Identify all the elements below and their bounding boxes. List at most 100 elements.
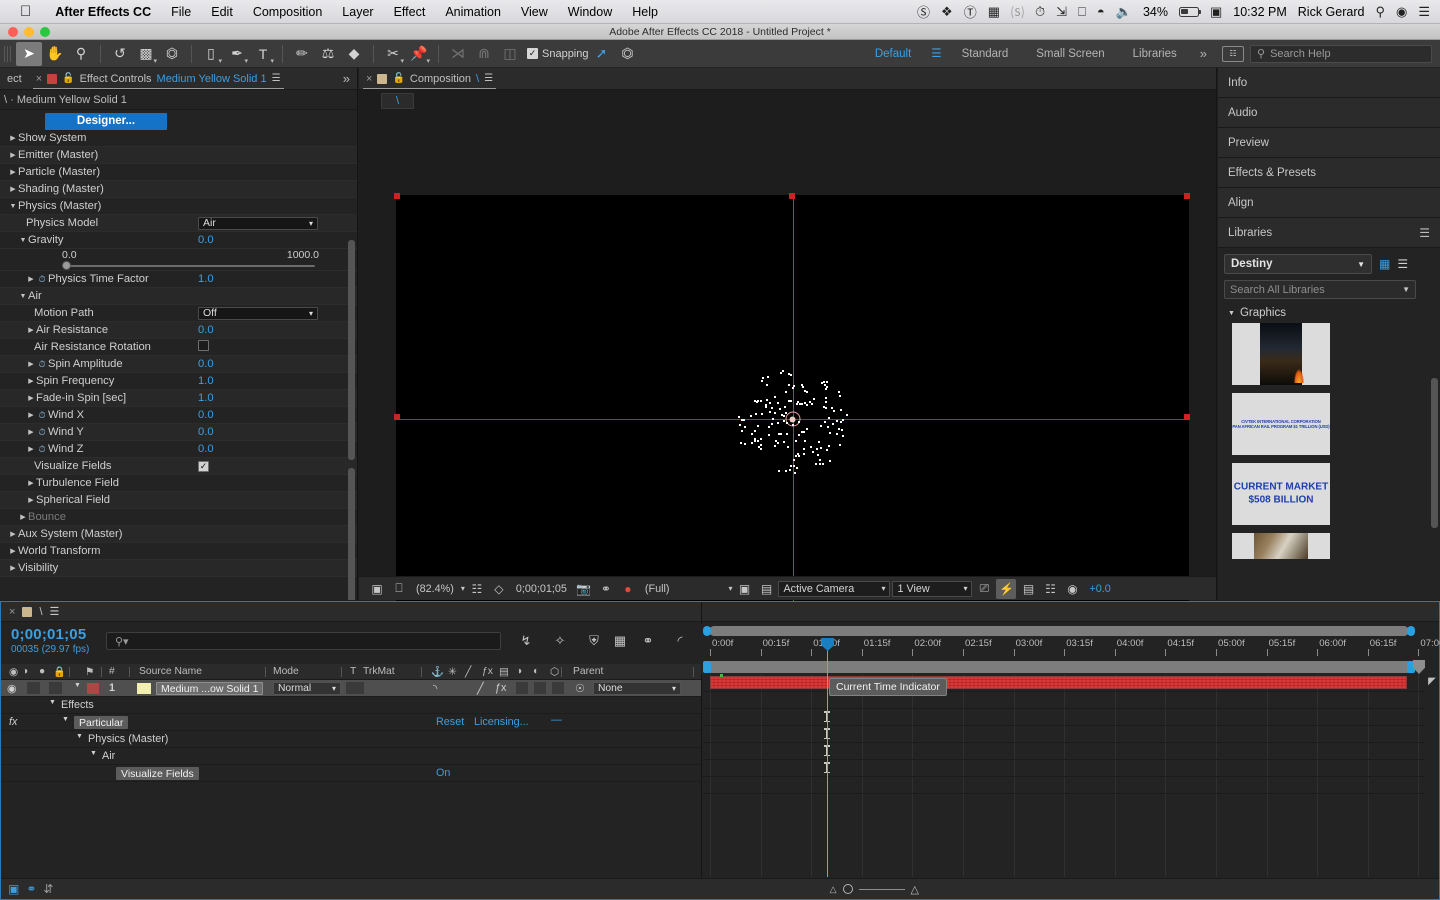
volume-icon[interactable]: 🔈 <box>1116 4 1132 20</box>
panel-menu-icon[interactable]: ☰ <box>272 73 281 84</box>
effect-row-bounce[interactable]: ▶ Bounce <box>0 509 357 526</box>
effect-row-physics-time-factor[interactable]: ▶ ⏱ Physics Time Factor 1.0 <box>0 271 357 288</box>
time-machine-icon[interactable]: ⏱ <box>1035 4 1045 20</box>
work-area-bar[interactable] <box>701 660 1425 674</box>
layer-name[interactable]: Medium ...ow Solid 1 <box>156 682 264 695</box>
close-tab-icon[interactable]: × <box>36 73 42 85</box>
user-name[interactable]: Rick Gerard <box>1298 5 1365 19</box>
effect-row-air[interactable]: ▼ Air <box>0 288 357 305</box>
parameter-value[interactable]: 0.0 <box>198 426 214 438</box>
graph-editor-set-icon[interactable]: ⇵ <box>43 882 53 896</box>
collapse-transform-icon[interactable]: ✳ <box>448 666 457 678</box>
take-snapshot-icon[interactable]: 📷 <box>574 579 594 599</box>
draft-3d-icon[interactable]: ✧ <box>547 632 573 650</box>
label-icon[interactable]: ⚑ <box>85 666 94 678</box>
stopwatch-icon[interactable]: ⏱ <box>36 274 48 285</box>
snapping-checkbox[interactable]: ✓ <box>527 48 538 59</box>
disclosure-triangle-icon[interactable]: ▶ <box>26 326 36 334</box>
toolbar-grip[interactable] <box>4 45 13 62</box>
disclosure-triangle-icon[interactable]: ▶ <box>18 513 28 521</box>
snap-handle-icon[interactable]: ⏣ <box>615 42 641 66</box>
comp-flowchart-icon[interactable]: ☷ <box>1040 579 1060 599</box>
layer-handle-ml[interactable] <box>394 414 400 420</box>
effect-about-dash[interactable]: — <box>551 714 562 726</box>
effect-row-wind-x[interactable]: ▶ ⏱ Wind X 0.0 <box>0 407 357 424</box>
effect-row-gravity[interactable]: ▼ Gravity 0.0 <box>0 232 357 249</box>
property-name[interactable]: Air <box>102 750 115 762</box>
parameter-value[interactable]: 0.0 <box>198 409 214 421</box>
show-channel-icon[interactable]: ● <box>618 579 638 599</box>
disclosure-triangle-icon[interactable]: ▼ <box>74 682 81 689</box>
switch-cell-2[interactable] <box>534 682 546 694</box>
index-col[interactable]: # <box>109 666 115 677</box>
parent-col[interactable]: Parent <box>573 666 603 677</box>
disclosure-triangle-icon[interactable]: ▼ <box>76 733 83 740</box>
shy-switch[interactable]: ◝ <box>433 682 437 695</box>
parameter-checkbox[interactable] <box>198 340 209 351</box>
workspace-small-screen[interactable]: Small Screen <box>1022 40 1118 68</box>
tab-effect-controls[interactable]: × 🔓 Effect Controls Medium Yellow Solid … <box>29 68 288 90</box>
zoom-slider-knob[interactable] <box>842 884 853 894</box>
table-row[interactable]: ▼ Effects <box>1 697 701 714</box>
battery-icon[interactable] <box>1178 6 1202 17</box>
zoom-bar-right-handle[interactable] <box>1407 626 1415 636</box>
effects-fx-icon[interactable]: ƒx <box>482 666 493 677</box>
parameter-value[interactable]: 0.0 <box>198 234 214 246</box>
switch-cell-1[interactable] <box>516 682 528 694</box>
chevron-down-icon[interactable]: ▼ <box>1402 285 1410 294</box>
audio-toggle[interactable] <box>27 682 40 694</box>
trkmat-cell[interactable] <box>346 682 364 694</box>
view-layout-select[interactable]: 1 View ▾ <box>892 580 973 597</box>
rotation-tool[interactable]: ↺ <box>107 42 133 66</box>
reset-exposure-icon[interactable]: ◉ <box>1062 579 1082 599</box>
layer-handle-tc[interactable] <box>789 193 795 199</box>
choose-grid-icon[interactable]: ☷ <box>467 579 487 599</box>
exposure-value[interactable]: +0.0 <box>1084 583 1115 595</box>
table-row[interactable]: ◉ ▼ 1 Medium ...ow Solid 1 Normal ▾ ◝ ╱ ƒx ☉ None ▾ <box>1 680 701 697</box>
stopwatch-icon[interactable]: ⏱ <box>36 427 48 438</box>
wifi-icon[interactable]: ◓ <box>1097 4 1105 19</box>
disclosure-triangle-icon[interactable]: ▼ <box>18 293 28 300</box>
puppet-starch-tool[interactable]: ⋊ <box>445 42 471 66</box>
panel-menu-icon[interactable]: ☰ <box>50 605 60 618</box>
motion-blur-icon[interactable]: ⚭ <box>635 632 661 650</box>
disclosure-triangle-icon[interactable]: ▶ <box>26 360 36 368</box>
notification-center-icon[interactable]: ☰ <box>1418 4 1430 20</box>
table-row[interactable]: ▼ Air <box>1 748 701 765</box>
resolution-chevron-icon[interactable]: ▾ <box>728 584 732 593</box>
zoom-tool[interactable]: ⚲ <box>68 42 94 66</box>
library-search-input[interactable]: Search All Libraries ▼ <box>1224 280 1416 299</box>
property-name[interactable]: Physics (Master) <box>88 733 168 745</box>
menu-help[interactable]: Help <box>622 5 668 19</box>
pixel-aspect-correction-icon[interactable]: ⎚ <box>974 579 994 599</box>
effect-row-particle-master[interactable]: ▶ Particle (Master) <box>0 164 357 181</box>
table-row[interactable]: Visualize Fields On <box>1 765 701 782</box>
graph-editor-icon[interactable]: ◜ <box>667 632 693 650</box>
effect-row-motion-path[interactable]: Motion Path Off ▾ <box>0 305 357 322</box>
hide-shy-layers-icon[interactable]: ⛨ <box>581 632 607 650</box>
effect-row-visibility[interactable]: ▶ Visibility <box>0 560 357 577</box>
list-item[interactable]: CIVTEK INTERNATIONAL CORPORATION PAN AFR… <box>1232 393 1330 455</box>
workspace-menu-icon[interactable]: ☰ <box>925 40 947 68</box>
3d-layer-icon[interactable]: ⬡ <box>550 666 559 678</box>
adjustment-layer-icon[interactable]: ◐ <box>533 666 539 677</box>
parameter-value[interactable]: 0.0 <box>198 443 214 455</box>
effect-row-physics-model[interactable]: Physics Model Air ▾ <box>0 215 357 232</box>
effects-fx-icon[interactable]: fx <box>9 716 17 728</box>
menu-view[interactable]: View <box>511 5 558 19</box>
menu-composition[interactable]: Composition <box>243 5 332 19</box>
toggle-mask-icon[interactable]: ▣ <box>367 579 387 599</box>
timeline-track-grid[interactable]: ◤ <box>701 674 1436 877</box>
lock-icon[interactable]: 🔒 <box>53 665 66 678</box>
disclosure-triangle-icon[interactable]: ▶ <box>8 185 18 193</box>
disclosure-triangle-icon[interactable]: ▶ <box>8 134 18 142</box>
disclosure-triangle-icon[interactable]: ▶ <box>26 275 36 283</box>
switch-cell-3[interactable] <box>552 682 564 694</box>
workspace-libraries[interactable]: Libraries <box>1119 40 1191 68</box>
dropbox-icon[interactable]: ❖ <box>941 4 953 20</box>
effect-row-emitter-master[interactable]: ▶ Emitter (Master) <box>0 147 357 164</box>
property-value[interactable]: On <box>436 767 450 779</box>
puppet-overlap-tool[interactable]: ⋒ <box>471 42 497 66</box>
audio-speaker-icon[interactable]: ◗ <box>23 666 29 677</box>
list-view-icon[interactable]: ☰ <box>1397 257 1408 271</box>
